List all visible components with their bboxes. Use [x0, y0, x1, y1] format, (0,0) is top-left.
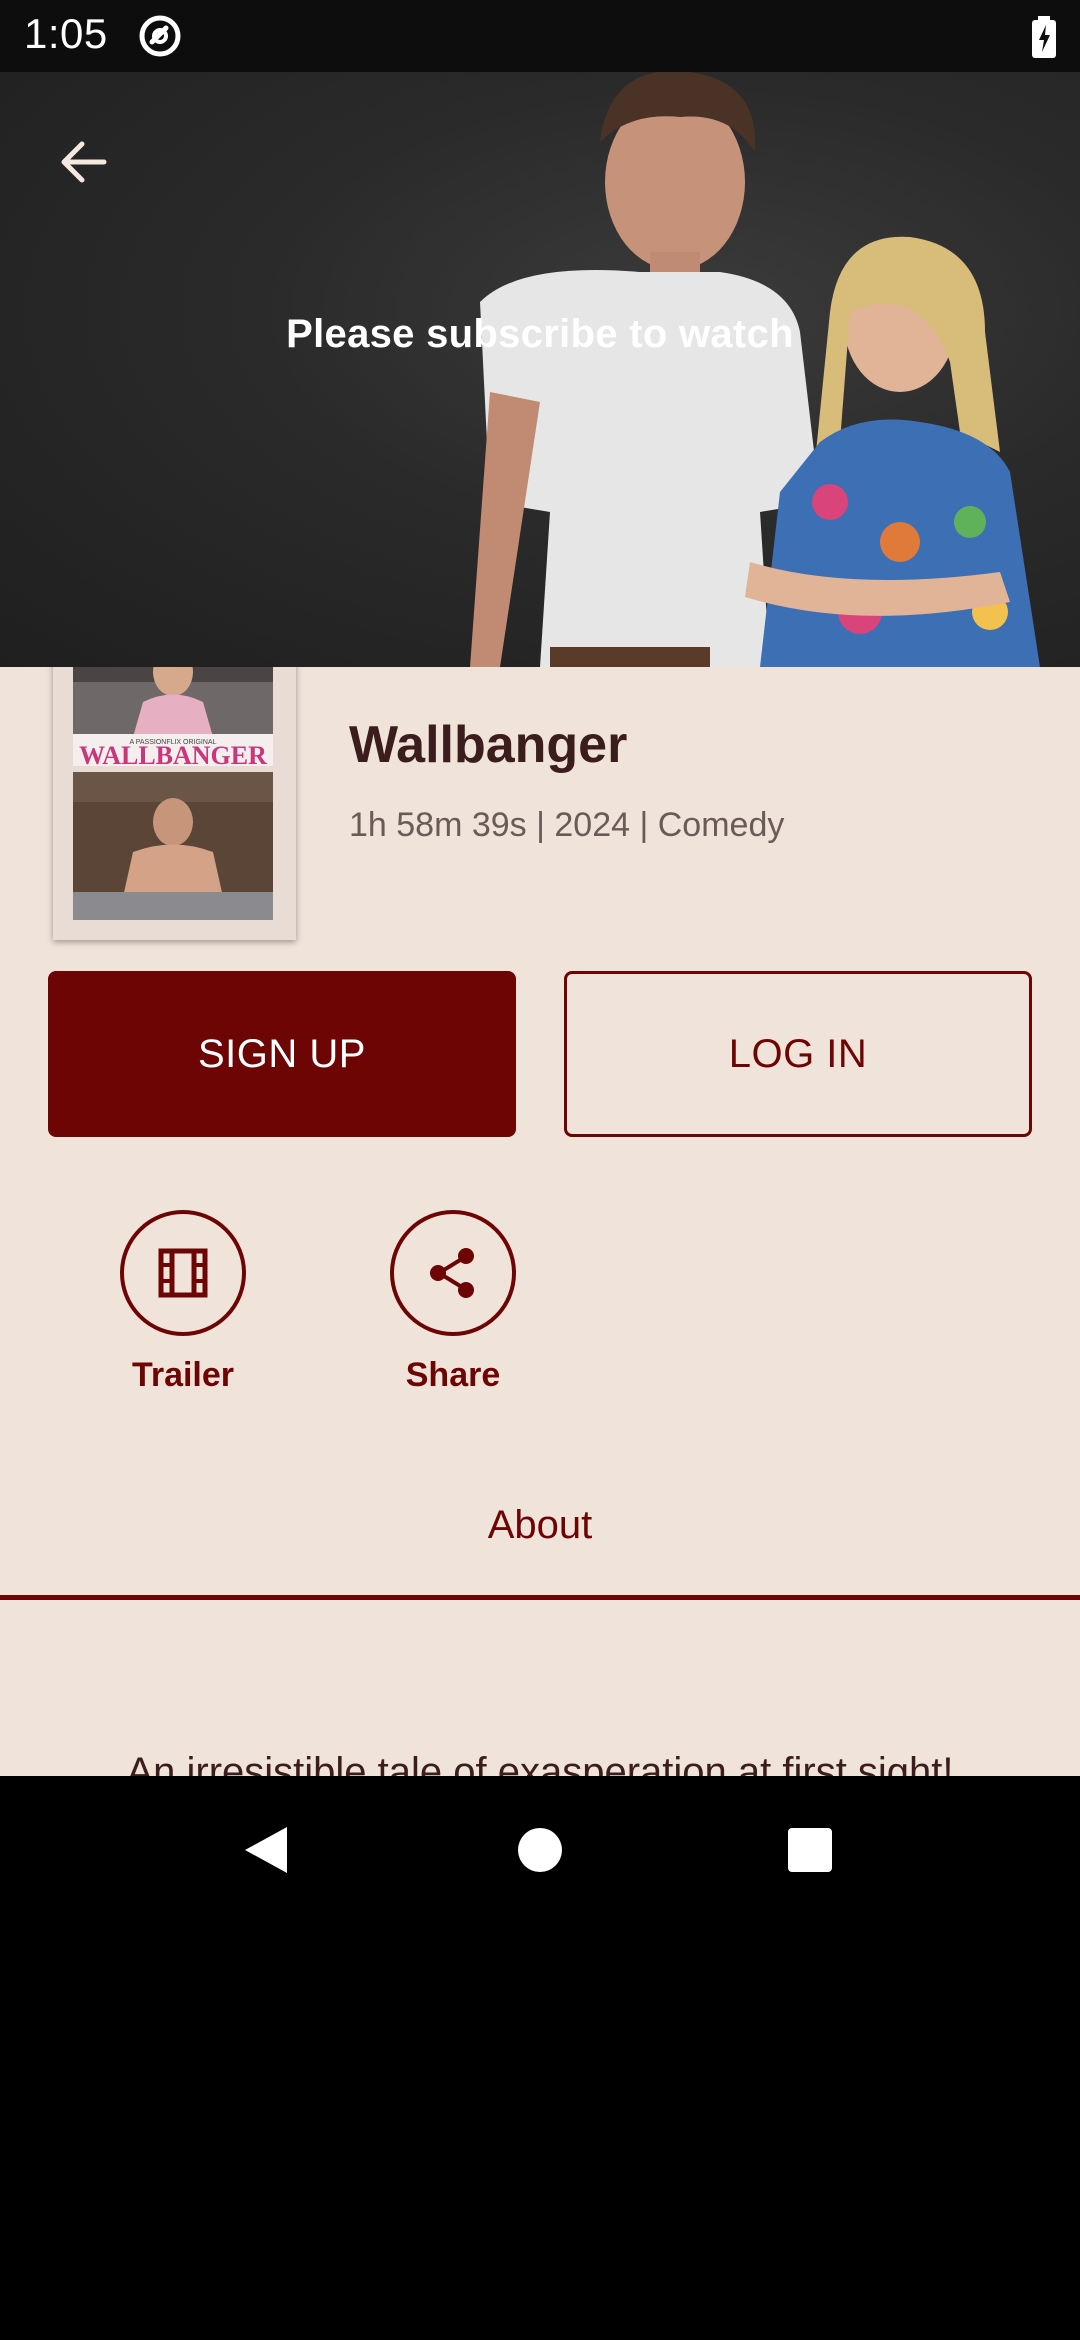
- status-time: 1:05: [24, 10, 108, 57]
- trailer-button[interactable]: Trailer: [93, 1210, 273, 1395]
- nav-recent-icon[interactable]: [788, 1828, 832, 1872]
- hero-image: [470, 72, 1040, 667]
- arrow-left-icon[interactable]: [52, 130, 116, 194]
- poster-image: A PASSIONFLIX ORIGINAL WALLBANGER: [73, 667, 273, 920]
- tab-indicator: [0, 1595, 1080, 1600]
- film-icon: [158, 1248, 208, 1298]
- trailer-icon-circle: [120, 1210, 246, 1336]
- poster-title-art: WALLBANGER: [79, 741, 267, 770]
- nav-back-icon[interactable]: [243, 1825, 289, 1875]
- battery-charging-icon: [1032, 16, 1056, 58]
- hero-banner: Please subscribe to watch: [0, 72, 1080, 667]
- share-label: Share: [405, 1356, 501, 1394]
- movie-poster: A PASSIONFLIX ORIGINAL WALLBANGER: [53, 667, 296, 940]
- tab-about[interactable]: About: [0, 1503, 1080, 1548]
- movie-details: A PASSIONFLIX ORIGINAL WALLBANGER Wallba…: [0, 667, 1080, 1776]
- about-description: An irresistible tale of exasperation at …: [126, 1750, 954, 1776]
- status-bar: 1:05: [0, 0, 1080, 72]
- trailer-label: Trailer: [131, 1356, 235, 1394]
- share-button[interactable]: Share: [363, 1210, 543, 1395]
- notification-ring-icon: [139, 15, 181, 57]
- subscribe-message: Please subscribe to watch: [286, 312, 794, 356]
- nav-home-icon[interactable]: [518, 1828, 562, 1872]
- movie-title: Wallbanger: [349, 716, 628, 774]
- share-icon-circle: [390, 1210, 516, 1336]
- system-nav-bar: [0, 1776, 1080, 1916]
- share-icon: [430, 1248, 474, 1298]
- sign-up-button[interactable]: SIGN UP: [48, 971, 516, 1137]
- log-in-button[interactable]: LOG IN: [564, 971, 1032, 1137]
- movie-meta: 1h 58m 39s | 2024 | Comedy: [349, 806, 785, 844]
